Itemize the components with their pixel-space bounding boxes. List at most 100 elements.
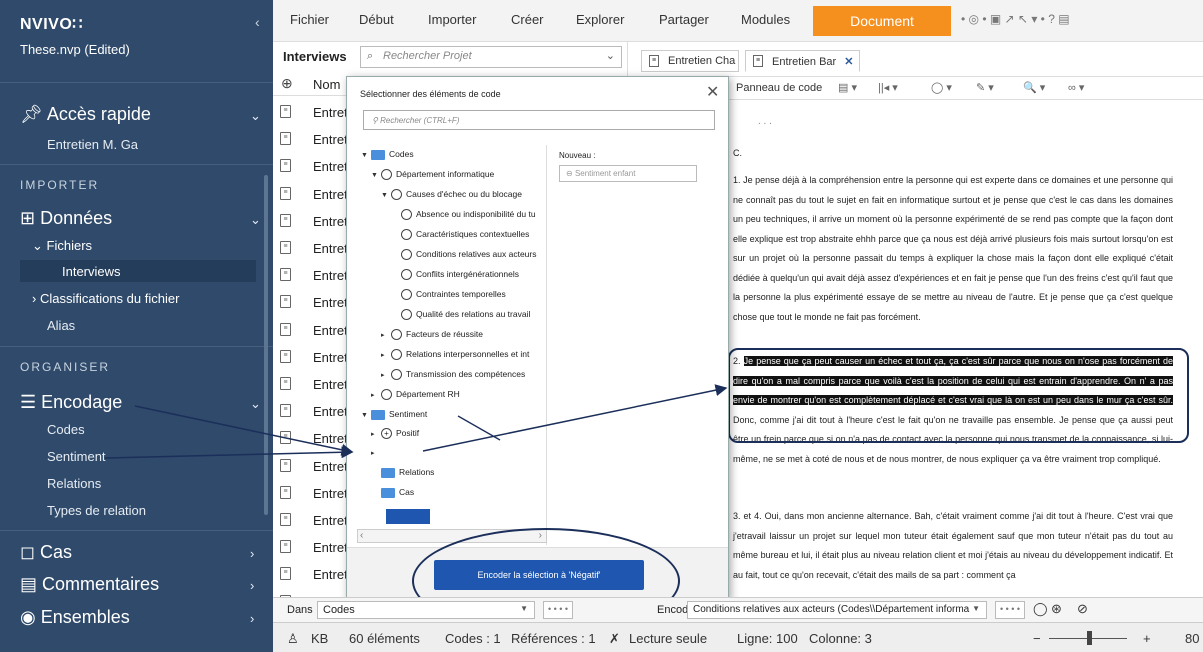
coding-section[interactable]: ☰ Encodage	[20, 392, 122, 413]
comments-label: Commentaires	[42, 574, 160, 594]
tab-document[interactable]: Document	[813, 6, 951, 36]
tab-creer[interactable]: Créer	[511, 12, 544, 27]
name-column-header[interactable]: Nom	[313, 77, 340, 92]
tab-modules[interactable]: Modules	[741, 12, 790, 27]
tree-node-negatif[interactable]: ▸ − Négatif	[371, 447, 423, 459]
paragraph-3[interactable]: 3. et 4. Oui, dans mon ancienne alternan…	[733, 507, 1173, 585]
tab-fichier[interactable]: Fichier	[290, 12, 329, 27]
tree-node-c6[interactable]: Qualité des relations au travail	[401, 309, 530, 321]
codes-dropdown[interactable]: Codes ▼	[317, 601, 535, 619]
tree-node-causes[interactable]: ▼ Causes d'échec ou du blocage	[381, 189, 522, 201]
child-sentiment-button[interactable]: ⊖ Sentiment enfant	[559, 165, 697, 182]
code-selection-icon[interactable]: ⊛	[1051, 601, 1062, 617]
chevron-down-icon[interactable]: ⌄	[250, 212, 261, 228]
tree-node-positif[interactable]: ▸ + Positif	[371, 428, 419, 440]
ribbon: Fichier Début Importer Créer Explorer Pa…	[273, 0, 1203, 42]
annotation-icon[interactable]: ▤ ▾	[838, 81, 857, 94]
checkbox[interactable]	[381, 169, 392, 181]
zoom-slider-handle[interactable]	[1087, 631, 1092, 645]
tree-node-c3[interactable]: Conditions relatives aux acteurs	[401, 249, 536, 261]
list-item-name: Entret	[313, 458, 348, 474]
tree-node-transmission[interactable]: ▸ Transmission des compétences	[381, 369, 525, 381]
code-search-input[interactable]: ⚲ Rechercher (CTRL+F)	[363, 110, 715, 130]
zoom-out-icon[interactable]: −	[1033, 631, 1041, 646]
tree-node-cas[interactable]: Cas	[371, 487, 414, 498]
document-icon: ≡	[753, 55, 763, 67]
minus-circle-icon: −	[381, 447, 392, 459]
cases-section[interactable]: ◻ Cas	[20, 542, 72, 563]
comments-section[interactable]: ▤ Commentaires	[20, 574, 159, 595]
tree-node-codes[interactable]: ▼ Codes	[361, 149, 414, 160]
zoom-icon[interactable]: 🔍 ▾	[1023, 81, 1045, 94]
tree-node-c4[interactable]: Conflits intergénérationnels	[401, 269, 519, 281]
region-icon[interactable]: ◯ ▾	[931, 81, 952, 94]
list-item-name: Entret	[313, 213, 348, 229]
browse-button[interactable]: • • • •	[995, 601, 1025, 619]
tab-entretien-cha[interactable]: ≡ Entretien Cha	[641, 50, 739, 72]
tab-debut[interactable]: Début	[359, 12, 394, 27]
add-circle-icon[interactable]: ⊕	[281, 75, 293, 92]
sidebar-item-relations[interactable]: Relations	[47, 476, 101, 491]
sidebar-item-interviews[interactable]: Interviews	[62, 264, 121, 279]
target-code-dropdown[interactable]: Conditions relatives aux acteurs (Codes\…	[687, 601, 987, 619]
tree-node-c2[interactable]: Caractéristiques contextuelles	[401, 229, 529, 241]
checkbox[interactable]	[401, 309, 412, 321]
sidebar-item-classifications[interactable]: › Classifications du fichier	[32, 291, 179, 306]
project-search-input[interactable]: ⌕ Rechercher Projet ⌄	[360, 46, 622, 68]
checkbox[interactable]	[401, 289, 412, 301]
uncode-icon[interactable]: ⊘	[1077, 601, 1088, 617]
quick-toolbar-icons[interactable]: • ◎ • ▣ ↗ ↖ ▾ • ? ▤	[961, 12, 1070, 26]
tree-node-facteurs[interactable]: ▸ Facteurs de réussite	[381, 329, 483, 341]
highlight-icon[interactable]: ✎ ▾	[976, 81, 994, 94]
checkbox[interactable]	[381, 389, 392, 401]
quick-access-header[interactable]: 📌︎ Accès rapide	[20, 104, 151, 125]
node-label: Relations	[399, 467, 435, 477]
coding-stripes-icon[interactable]: ||◂ ▾	[878, 81, 898, 94]
checkbox[interactable]	[391, 369, 402, 381]
checkbox[interactable]	[401, 269, 412, 281]
sidebar-item-codes[interactable]: Codes	[47, 422, 85, 437]
case-icon: ◻	[20, 542, 35, 562]
paragraph-1[interactable]: 1. Je pense déjà à la compréhension entr…	[733, 171, 1173, 327]
tab-explorer[interactable]: Explorer	[576, 12, 624, 27]
chevron-down-icon[interactable]: ⌄	[250, 108, 261, 124]
zoom-in-icon[interactable]: +	[1143, 631, 1151, 646]
tree-node-c1[interactable]: Absence ou indisponibilité du tu	[401, 209, 536, 221]
sidebar-item-fichiers[interactable]: ⌄ Fichiers	[32, 238, 92, 254]
checkbox[interactable]	[401, 229, 412, 241]
tab-partager[interactable]: Partager	[659, 12, 709, 27]
code-panel-label[interactable]: Panneau de code	[736, 82, 822, 94]
chevron-right-icon[interactable]: ›	[250, 578, 254, 593]
sidebar-item-sentiment[interactable]: Sentiment	[47, 449, 106, 464]
chevron-down-icon[interactable]: ⌄	[606, 49, 615, 62]
sidebar-scrollbar[interactable]	[264, 175, 268, 515]
tree-node-dept-info[interactable]: ▼ Département informatique	[371, 169, 494, 181]
close-icon[interactable]: ✕	[706, 82, 719, 102]
chevron-right-icon[interactable]: ›	[250, 546, 254, 561]
chevron-down-icon[interactable]: ⌄	[250, 396, 261, 412]
sidebar-item-entretien[interactable]: Entretien M. Ga	[47, 137, 138, 152]
code-icon[interactable]: ◯	[1033, 601, 1048, 617]
tree-node-sentiment[interactable]: ▼ Sentiment	[361, 409, 427, 420]
checkbox[interactable]	[391, 349, 402, 361]
tab-importer[interactable]: Importer	[428, 12, 476, 27]
link-icon[interactable]: ∞ ▾	[1068, 81, 1084, 94]
tree-node-c5[interactable]: Contraintes temporelles	[401, 289, 506, 301]
sets-section[interactable]: ◉ Ensembles	[20, 607, 130, 628]
checkbox[interactable]	[401, 209, 412, 221]
checkbox[interactable]	[391, 189, 402, 201]
sidebar-item-relation-types[interactable]: Types de relation	[47, 503, 146, 518]
tree-node-relations-inter[interactable]: ▸ Relations interpersonnelles et int	[381, 349, 529, 361]
data-section[interactable]: ⊞ Données	[20, 208, 112, 229]
browse-button[interactable]: • • • •	[543, 601, 573, 619]
close-icon[interactable]: ✕	[844, 56, 853, 68]
tree-node-relations[interactable]: Relations	[371, 467, 434, 478]
collapse-sidebar-button[interactable]: ‹	[255, 14, 260, 30]
scroll-left-icon[interactable]: ‹	[360, 530, 363, 541]
chevron-right-icon[interactable]: ›	[250, 611, 254, 626]
tree-node-dept-rh[interactable]: ▸ Département RH	[371, 389, 460, 401]
checkbox[interactable]	[401, 249, 412, 261]
sidebar-item-alias[interactable]: Alias	[47, 318, 75, 333]
tab-entretien-bar[interactable]: ≡ Entretien Bar ✕	[745, 50, 860, 72]
checkbox[interactable]	[391, 329, 402, 341]
